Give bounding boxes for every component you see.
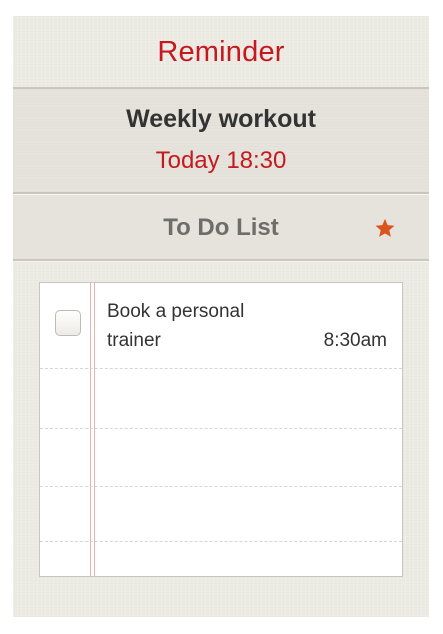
list-item-empty[interactable] — [40, 429, 402, 487]
reminder-title: Weekly workout — [126, 105, 316, 133]
list-item[interactable]: Book a personal trainer 8:30am — [40, 283, 402, 369]
header: Reminder — [13, 16, 429, 87]
todo-list: Book a personal trainer 8:30am — [39, 282, 403, 577]
task-text: Book a personal trainer — [107, 301, 245, 351]
todo-title: To Do List — [163, 214, 279, 241]
list-item-empty[interactable] — [40, 487, 402, 542]
reminder-time: Today 18:30 — [155, 147, 287, 174]
task-checkbox[interactable] — [55, 310, 81, 336]
list-item-empty[interactable] — [40, 369, 402, 429]
task-time: 8:30am — [323, 330, 387, 351]
page-title: Reminder — [157, 36, 285, 68]
reminder-section[interactable]: Weekly workout Today 18:30 — [13, 89, 429, 192]
todo-header: To Do List — [13, 195, 429, 259]
star-icon[interactable] — [374, 217, 396, 239]
divider — [13, 259, 429, 262]
reminder-panel: Reminder Weekly workout Today 18:30 To D… — [13, 16, 429, 617]
